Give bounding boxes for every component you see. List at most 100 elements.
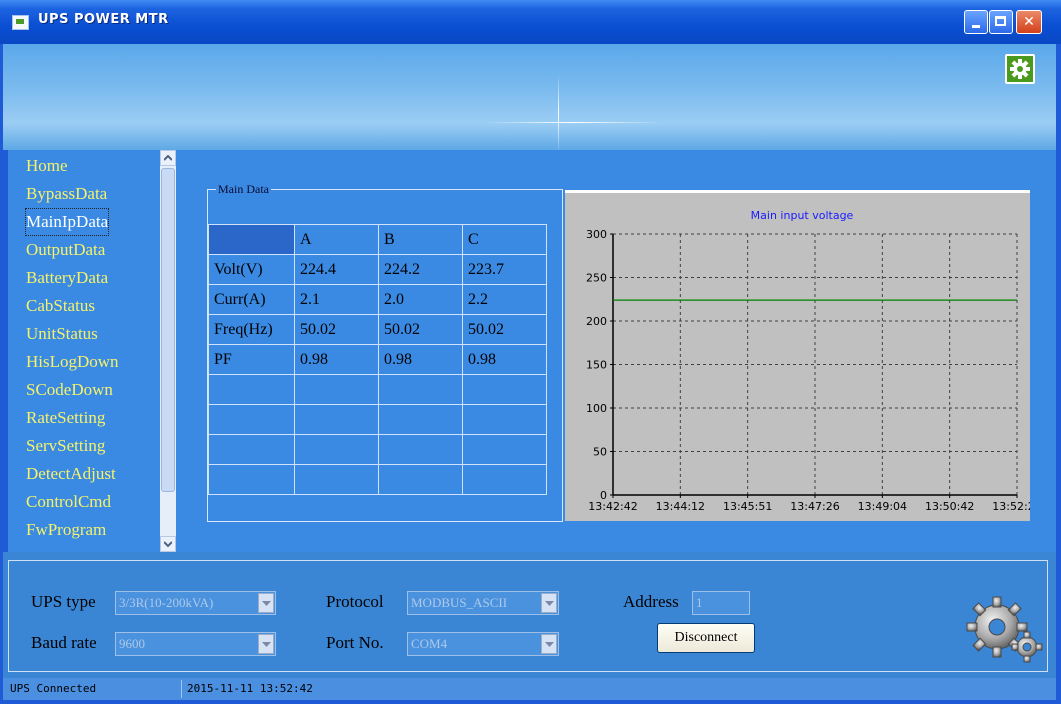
table-cell [378,404,463,435]
row-label: Curr(A) [208,284,295,315]
table-cell: 224.4 [294,254,379,285]
baud-rate-dropdown-button[interactable] [258,634,274,654]
chart-canvas: Main input voltage 05010015020025030013:… [586,209,1042,513]
scroll-up-button[interactable] [160,150,176,166]
gears-icon [966,596,1043,663]
x-tick-label: 13:45:51 [723,500,772,513]
table-header-row: A B C [208,224,547,255]
nav-item-output-data[interactable]: OutputData [26,237,105,263]
protocol-label: Protocol [326,592,384,611]
table-cell [294,464,379,495]
nav-item-detect-adjust[interactable]: DetectAdjust [26,461,116,487]
table-cell [294,404,379,435]
nav-item-main-ip-data[interactable]: MainIpData [24,208,110,236]
chevron-down-icon [262,601,271,606]
table-cell [208,434,295,465]
nav-item-scode-down[interactable]: SCodeDown [26,377,113,403]
table-cell [462,404,547,435]
status-bar: UPS Connected 2015-11-11 13:52:42 [3,678,1056,700]
scroll-thumb[interactable] [161,168,175,492]
nav-item-bypass-data[interactable]: BypassData [26,181,107,207]
table-cell [378,434,463,465]
nav-item-control-cmd[interactable]: ControlCmd [26,489,111,515]
baud-rate-select[interactable]: 9600 [115,632,276,656]
ups-type-dropdown-button[interactable] [258,593,274,613]
nav-item-cab-status[interactable]: CabStatus [26,293,95,319]
chart-axes: 05010015020025030013:42:42 13:44:12 13:45:… [586,228,1042,513]
table-cell: 50.02 [378,314,463,345]
connection-status: UPS Connected [6,680,182,698]
gear-icon [1010,59,1030,79]
chart-title: Main input voltage [751,209,854,222]
table-cell [208,464,295,495]
nav-item-home[interactable]: Home [26,153,68,179]
table-cell [294,434,379,465]
connection-settings-group: UPS type 3/3R(10-200kVA) Baud rate 9600 … [8,560,1048,672]
minimize-button[interactable] [964,10,988,34]
x-tick-label: 13:52:20 [992,500,1030,513]
main-input-voltage-chart: Main input voltage 0 50 100 150 200 250 300 13:… [565,190,1042,521]
table-row: Curr(A) 2.1 2.0 2.2 [208,284,547,315]
baud-rate-label: Baud rate [31,633,97,652]
table-cell: 0.98 [378,344,463,375]
y-tick-label: 100 [586,402,607,415]
protocol-dropdown-button[interactable] [541,593,557,613]
main-content: Main Data A B C Volt(V) 224.4 224.2 223.… [176,150,1056,552]
app-icon [12,15,29,30]
port-select[interactable]: COM4 [407,632,559,656]
table-row-empty [208,464,547,495]
navigation-sidebar: Home BypassData MainIpData OutputData Ba… [8,150,176,552]
title-bar[interactable]: UPS POWER MTR ✕ [0,0,1061,44]
table-row: Freq(Hz) 50.02 50.02 50.02 [208,314,547,345]
ups-type-label: UPS type [31,592,96,611]
banner-flare [483,122,663,123]
app-window: UPS POWER MTR ✕ Home BypassData MainIpDa… [0,0,1061,704]
nav-item-battery-data[interactable]: BatteryData [26,265,108,291]
table-cell [208,374,295,405]
protocol-select[interactable]: MODBUS_ASCII [407,591,559,615]
ups-type-select[interactable]: 3/3R(10-200kVA) [115,591,276,615]
column-header: B [378,224,463,255]
table-row-empty [208,404,547,435]
table-cell [462,464,547,495]
sidebar-scrollbar[interactable] [160,150,176,552]
maximize-button[interactable] [989,10,1013,34]
table-cell: 2.2 [462,284,547,315]
port-label: Port No. [326,633,384,652]
nav-item-unit-status[interactable]: UnitStatus [26,321,98,347]
protocol-value: MODBUS_ASCII [411,595,508,610]
connection-panel: UPS type 3/3R(10-200kVA) Baud rate 9600 … [3,552,1056,678]
y-tick-label: 250 [586,272,607,285]
table-cell: 0.98 [294,344,379,375]
table-cell: 50.02 [294,314,379,345]
y-tick-label: 200 [586,315,607,328]
ups-type-value: 3/3R(10-200kVA) [119,595,214,610]
chart-grid [613,233,1018,495]
nav-item-rate-setting[interactable]: RateSetting [26,405,105,431]
chevron-down-icon [545,642,554,647]
x-tick-label: 13:44:12 [656,500,705,513]
chevron-down-icon [545,601,554,606]
nav-item-serv-setting[interactable]: ServSetting [26,433,105,459]
window-title: UPS POWER MTR [38,12,169,27]
table-cell [378,374,463,405]
address-input[interactable]: 1 [692,591,750,615]
chevron-down-icon [262,642,271,647]
table-cell [462,374,547,405]
nav-item-his-log-down[interactable]: HisLogDown [26,349,119,375]
close-button[interactable]: ✕ [1016,10,1042,34]
header-banner [3,44,1056,150]
x-tick-label: 13:50:42 [925,500,974,513]
y-tick-label: 300 [586,228,607,241]
x-tick-label: 13:47:26 [790,500,839,513]
disconnect-button[interactable]: Disconnect [657,623,755,653]
scroll-down-button[interactable] [160,536,176,552]
x-tick-label: 13:49:04 [858,500,907,513]
settings-button[interactable] [1005,54,1035,84]
main-data-table: A B C Volt(V) 224.4 224.2 223.7 Curr(A) … [208,224,547,495]
chevron-up-icon [164,155,172,161]
table-cell [378,464,463,495]
status-datetime: 2015-11-11 13:52:42 [187,682,313,695]
port-dropdown-button[interactable] [541,634,557,654]
nav-item-fw-program[interactable]: FwProgram [26,517,106,543]
